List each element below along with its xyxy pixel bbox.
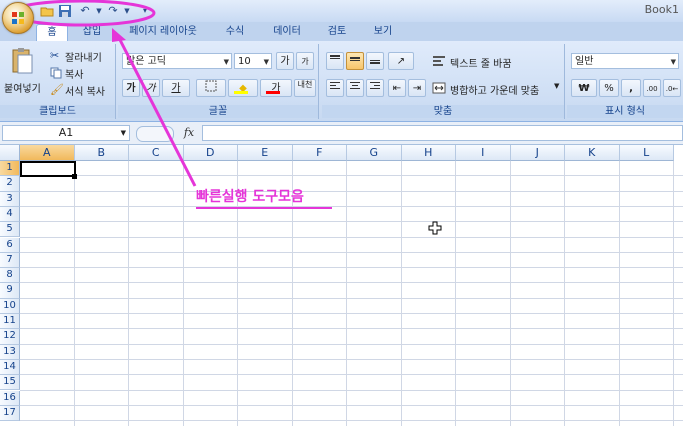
- annotation-underline: [196, 207, 332, 209]
- annotation-arrow-head: [112, 28, 126, 42]
- annotation-label: 빠른실행 도구모음: [196, 189, 304, 205]
- annotation-overlay: [8, 0, 197, 187]
- annotation-arrow-line: [116, 35, 197, 187]
- office-button[interactable]: [2, 2, 34, 34]
- office-logo-icon: [12, 12, 24, 24]
